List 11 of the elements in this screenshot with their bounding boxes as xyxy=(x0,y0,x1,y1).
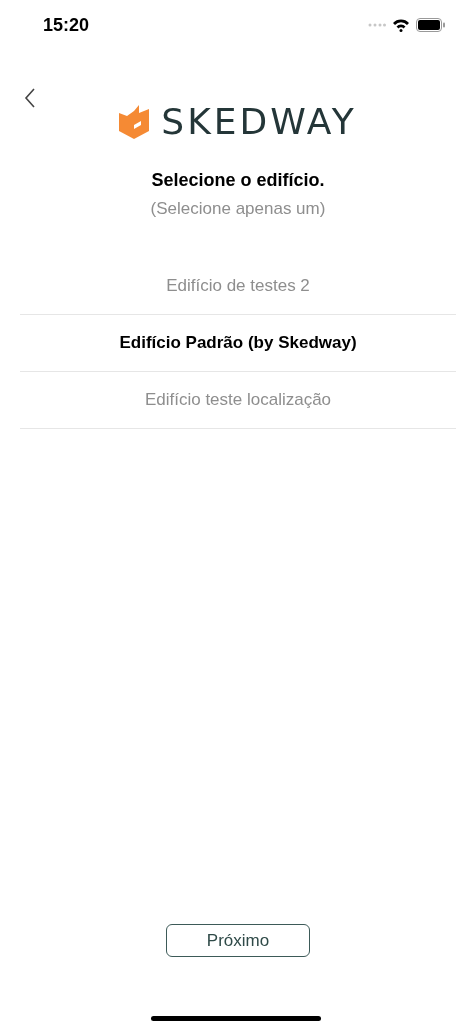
page-title: Selecione o edifício. xyxy=(151,169,325,192)
status-time: 15:20 xyxy=(43,13,90,37)
wifi-icon xyxy=(392,18,410,32)
logo-text: SKEDWAY xyxy=(161,104,357,140)
building-option[interactable]: Edifício Padrão (by Skedway) xyxy=(119,330,357,356)
back-button[interactable] xyxy=(24,87,38,109)
fox-logo-icon xyxy=(119,105,150,139)
battery-icon xyxy=(416,18,446,32)
signal-icon xyxy=(368,23,386,27)
next-button[interactable]: Próximo xyxy=(166,924,310,957)
page-subtitle: (Selecione apenas um) xyxy=(150,198,326,220)
